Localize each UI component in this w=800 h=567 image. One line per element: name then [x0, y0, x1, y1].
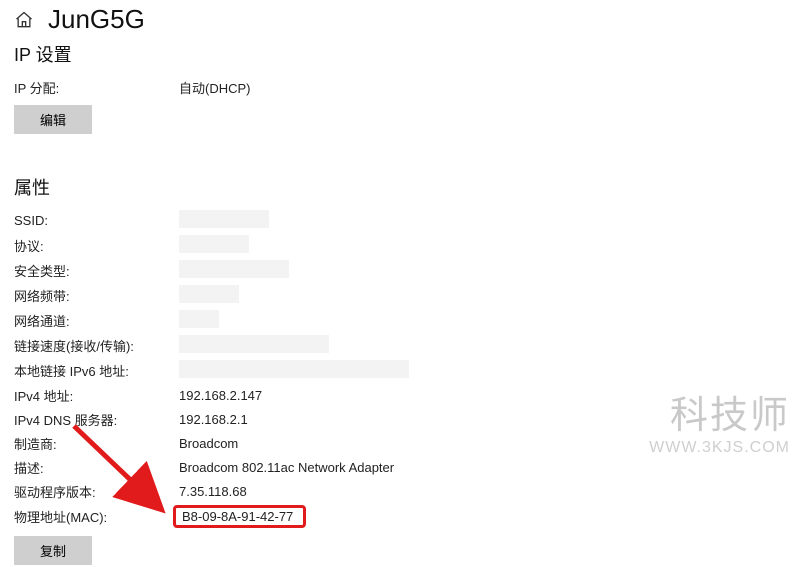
copy-button[interactable]: 复制 [14, 536, 92, 565]
header: JunG5G [0, 0, 800, 37]
prop-label: SSID: [14, 213, 179, 228]
prop-value: Broadcom 802.11ac Network Adapter [179, 460, 394, 475]
ip-settings-heading: IP 设置 [0, 37, 800, 75]
home-icon[interactable] [14, 10, 34, 30]
prop-row-description: 描述: Broadcom 802.11ac Network Adapter [0, 455, 800, 479]
prop-label: 链接速度(接收/传输): [14, 336, 179, 355]
prop-row-mac: 物理地址(MAC): B8-09-8A-91-42-77 [0, 503, 800, 530]
ip-assignment-label: IP 分配: [14, 78, 179, 97]
watermark-line1: 科技师 [649, 384, 790, 439]
prop-value-obscured [179, 335, 329, 356]
prop-row-link-speed: 链接速度(接收/传输): [0, 333, 800, 358]
watermark-line2: WWW.3KJS.COM [649, 439, 790, 457]
edit-button[interactable]: 编辑 [14, 105, 92, 134]
prop-value: 7.35.118.68 [179, 484, 247, 499]
prop-label: 安全类型: [14, 261, 179, 280]
prop-row-security: 安全类型: [0, 258, 800, 283]
prop-label: 物理地址(MAC): [14, 507, 179, 526]
prop-label: 本地链接 IPv6 地址: [14, 361, 179, 380]
prop-label: 协议: [14, 236, 179, 255]
watermark: 科技师 WWW.3KJS.COM [649, 384, 790, 457]
ip-assignment-row: IP 分配: 自动(DHCP) [0, 75, 800, 99]
prop-label: 驱动程序版本: [14, 482, 179, 501]
prop-label: 制造商: [14, 434, 179, 453]
prop-row-channel: 网络通道: [0, 308, 800, 333]
prop-value: Broadcom [179, 436, 238, 451]
prop-row-band: 网络频带: [0, 283, 800, 308]
prop-value-obscured [179, 360, 409, 381]
prop-value-obscured [179, 260, 289, 281]
page-title: JunG5G [48, 4, 145, 35]
prop-value-obscured [179, 235, 249, 256]
prop-row-protocol: 协议: [0, 233, 800, 258]
properties-heading: 属性 [0, 170, 800, 208]
prop-label: 网络通道: [14, 311, 179, 330]
highlight-box: B8-09-8A-91-42-77 [173, 505, 306, 528]
mac-address-value: B8-09-8A-91-42-77 [182, 509, 293, 524]
prop-row-driver-version: 驱动程序版本: 7.35.118.68 [0, 479, 800, 503]
prop-row-ipv6: 本地链接 IPv6 地址: [0, 358, 800, 383]
prop-label: IPv4 地址: [14, 386, 179, 405]
prop-value-mac: B8-09-8A-91-42-77 [179, 505, 306, 528]
prop-value-obscured [179, 310, 219, 331]
prop-row-ssid: SSID: [0, 208, 800, 233]
prop-label: IPv4 DNS 服务器: [14, 410, 179, 429]
prop-label: 网络频带: [14, 286, 179, 305]
prop-value: 192.168.2.1 [179, 412, 248, 427]
prop-value-obscured [179, 210, 269, 231]
prop-value: 192.168.2.147 [179, 388, 262, 403]
ip-assignment-value: 自动(DHCP) [179, 78, 251, 97]
prop-value-obscured [179, 285, 239, 306]
prop-label: 描述: [14, 458, 179, 477]
